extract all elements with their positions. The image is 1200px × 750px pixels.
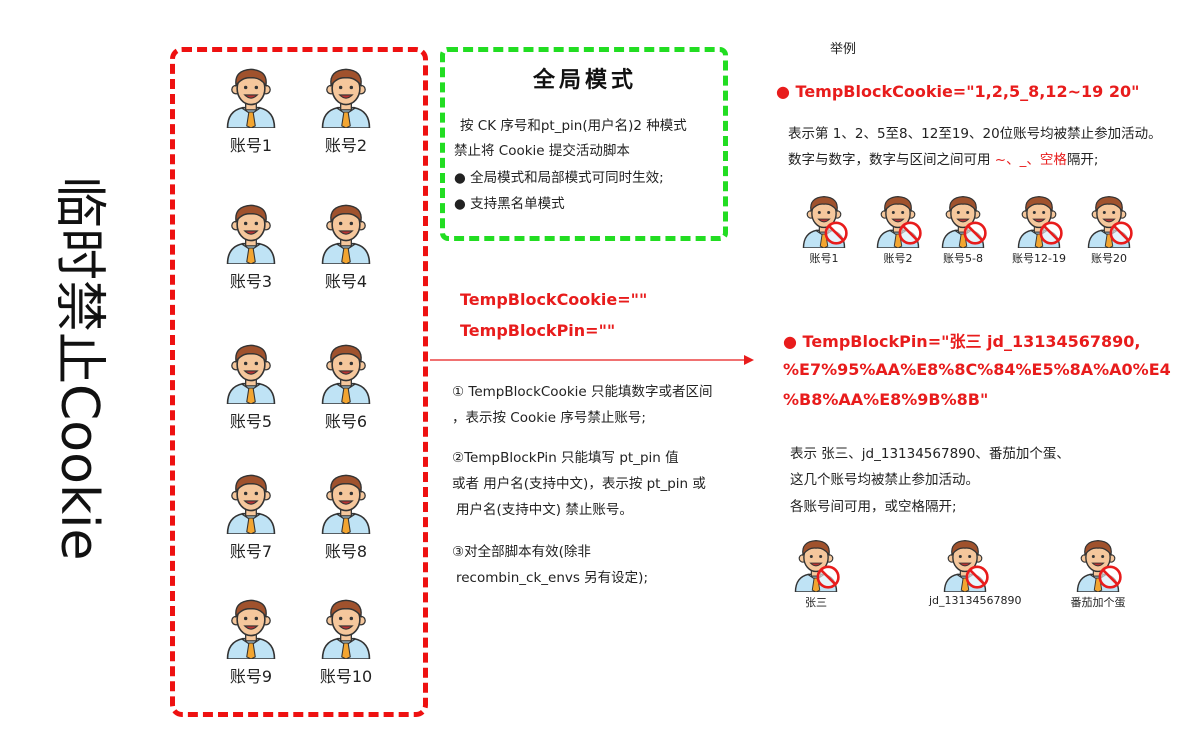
- note2-line3: 用户名(支持中文) 禁止账号。: [456, 502, 633, 518]
- account-item: 账号7: [206, 470, 296, 562]
- user-avatar-icon: [206, 595, 296, 659]
- note3-line2: recombin_ck_envs 另有设定);: [456, 570, 648, 586]
- account-label: 账号7: [229, 542, 273, 561]
- pin-config-code: TempBlockPin="": [460, 321, 616, 340]
- account-label: 账号5-8: [943, 252, 983, 265]
- blocked-account-item: 账号5-8: [927, 192, 999, 266]
- blocked-user-avatar-icon: [927, 192, 999, 248]
- example-pin-code-line2: %E7%95%AA%E8%8C%84%E5%8A%A0%E4: [783, 360, 1171, 379]
- note2-line2: 或者 用户名(支持中文)，表示按 pt_pin 或: [452, 476, 706, 492]
- account-item: 账号3: [206, 200, 296, 292]
- user-avatar-icon: [301, 200, 391, 264]
- page-title: 临时禁止Cookie: [49, 176, 109, 561]
- user-avatar-icon: [206, 64, 296, 128]
- blocked-account-item: 账号1: [788, 192, 860, 266]
- note2-line1: ②TempBlockPin 只能填写 pt_pin 值: [452, 450, 679, 466]
- account-item: 账号1: [206, 64, 296, 156]
- cookie-config-code: TempBlockCookie="": [460, 290, 648, 309]
- account-label: 账号12-19: [1012, 252, 1066, 265]
- global-mode-line2: 禁止将 Cookie 提交活动脚本: [454, 143, 630, 159]
- account-label: 账号8: [324, 542, 368, 561]
- example-cookie-code: ● TempBlockCookie="1,2,5_8,12~19 20": [776, 82, 1140, 101]
- account-item: 账号9: [206, 595, 296, 687]
- vertical-title: 临时禁止Cookie: [49, 176, 109, 561]
- account-item: 账号6: [301, 340, 391, 432]
- example-pin-code-line1: ● TempBlockPin="张三 jd_13134567890,: [783, 332, 1141, 351]
- account-item: 账号5: [206, 340, 296, 432]
- account-label: 账号6: [324, 412, 368, 431]
- example-heading: 举例: [830, 42, 857, 57]
- account-label: 账号2: [324, 136, 368, 155]
- blocked-account-item: 账号12-19: [1003, 192, 1075, 266]
- blocked-account-item: jd_13134567890: [929, 536, 1022, 607]
- example-pin-desc3: 各账号间可用，或空格隔开;: [790, 499, 957, 515]
- example-pin-code-line3: %B8%AA%E8%9B%8B": [783, 390, 989, 409]
- blocked-user-avatar-icon: [1073, 192, 1145, 248]
- account-label: 账号10: [319, 667, 373, 686]
- arrow-right-icon: [430, 355, 754, 365]
- blocked-user-avatar-icon: [1003, 192, 1075, 248]
- note3-line1: ③对全部脚本有效(除非: [452, 544, 591, 560]
- user-avatar-icon: [206, 470, 296, 534]
- blocked-account-item: 番茄加个蛋: [1062, 536, 1134, 610]
- account-label: 账号9: [229, 667, 273, 686]
- example-cookie-desc1: 表示第 1、2、5至8、12至19、20位账号均被禁止参加活动。: [788, 126, 1162, 142]
- blocked-user-avatar-icon: [1062, 536, 1134, 592]
- note1-line2: ，表示按 Cookie 序号禁止账号;: [452, 410, 646, 426]
- account-label: 账号1: [809, 252, 839, 265]
- blocked-user-avatar-icon: [929, 536, 1001, 592]
- blocked-user-avatar-icon: [788, 192, 860, 248]
- global-mode-bullet1: ● 全局模式和局部模式可同时生效;: [454, 170, 664, 186]
- global-mode-line1: 按 CK 序号和pt_pin(用户名)2 种模式: [460, 118, 687, 134]
- account-label: 账号4: [324, 272, 368, 291]
- account-label: 账号20: [1091, 252, 1127, 265]
- account-label: 番茄加个蛋: [1070, 596, 1126, 609]
- account-label: 账号3: [229, 272, 273, 291]
- account-label: 账号5: [229, 412, 273, 431]
- account-item: 账号8: [301, 470, 391, 562]
- account-label: 账号1: [229, 136, 273, 155]
- global-mode-bullet2: ● 支持黑名单模式: [454, 196, 565, 212]
- account-item: 账号4: [301, 200, 391, 292]
- blocked-account-item: 张三: [780, 536, 852, 610]
- account-label: 账号2: [883, 252, 913, 265]
- user-avatar-icon: [301, 340, 391, 404]
- blocked-account-item: 账号2: [862, 192, 934, 266]
- example-cookie-desc2: 数字与数字，数字与区间之间可用 ~、_、空格隔开;: [788, 152, 1099, 168]
- user-avatar-icon: [301, 64, 391, 128]
- note1-line1: ① TempBlockCookie 只能填数字或者区间: [452, 384, 713, 400]
- example-pin-desc1: 表示 张三、jd_13134567890、番茄加个蛋、: [790, 446, 1070, 462]
- user-avatar-icon: [206, 340, 296, 404]
- account-label: 张三: [805, 596, 827, 609]
- global-mode-title: 全局模式: [532, 68, 637, 93]
- account-label: jd_13134567890: [929, 594, 1022, 607]
- blocked-user-avatar-icon: [780, 536, 852, 592]
- account-item: 账号10: [301, 595, 391, 687]
- user-avatar-icon: [206, 200, 296, 264]
- blocked-account-item: 账号20: [1073, 192, 1145, 266]
- user-avatar-icon: [301, 470, 391, 534]
- account-item: 账号2: [301, 64, 391, 156]
- blocked-user-avatar-icon: [862, 192, 934, 248]
- user-avatar-icon: [301, 595, 391, 659]
- example-pin-desc2: 这几个账号均被禁止参加活动。: [790, 472, 979, 488]
